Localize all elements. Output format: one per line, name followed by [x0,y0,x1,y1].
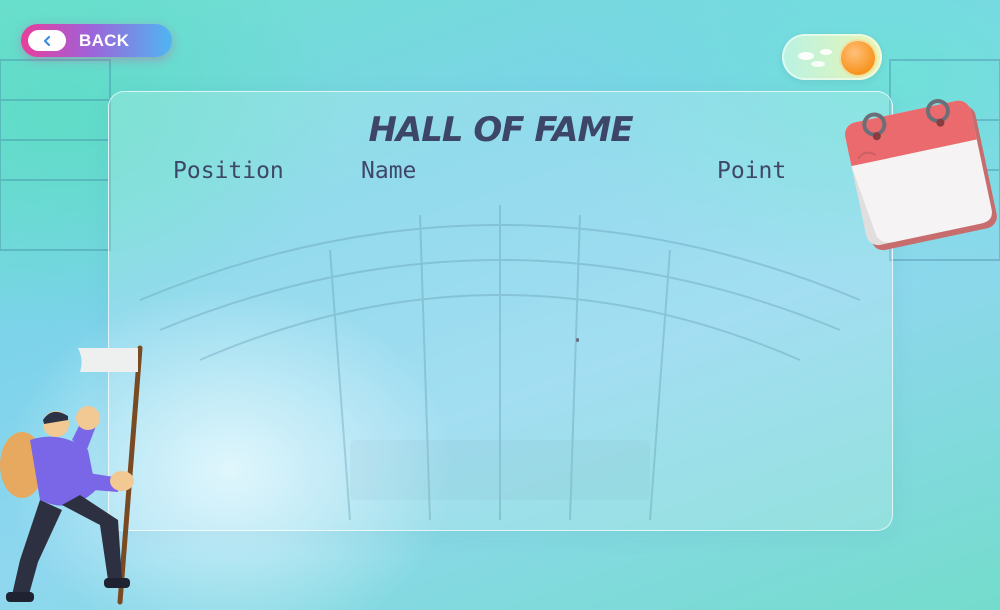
hiker-with-flag-illustration [0,345,143,605]
column-header-name: Name [361,158,417,184]
column-header-point: Point [717,158,787,184]
page-title: HALL OF FAME [368,110,633,150]
back-button[interactable]: BACK [21,24,172,57]
theme-toggle[interactable] [782,34,882,80]
hall-of-fame-screen: BACK HALL OF FAME Position Name Point [0,0,1000,610]
back-arrow-pill [28,30,66,51]
calendar-illustration [844,98,997,251]
back-button-label: BACK [79,30,130,50]
empty-list-placeholder [576,338,579,342]
cloud-icon [798,49,832,67]
leaderboard-panel: HALL OF FAME Position Name Point [108,91,893,531]
sun-icon [841,41,875,75]
chevron-left-icon [43,35,51,46]
column-header-position: Position [173,158,284,184]
